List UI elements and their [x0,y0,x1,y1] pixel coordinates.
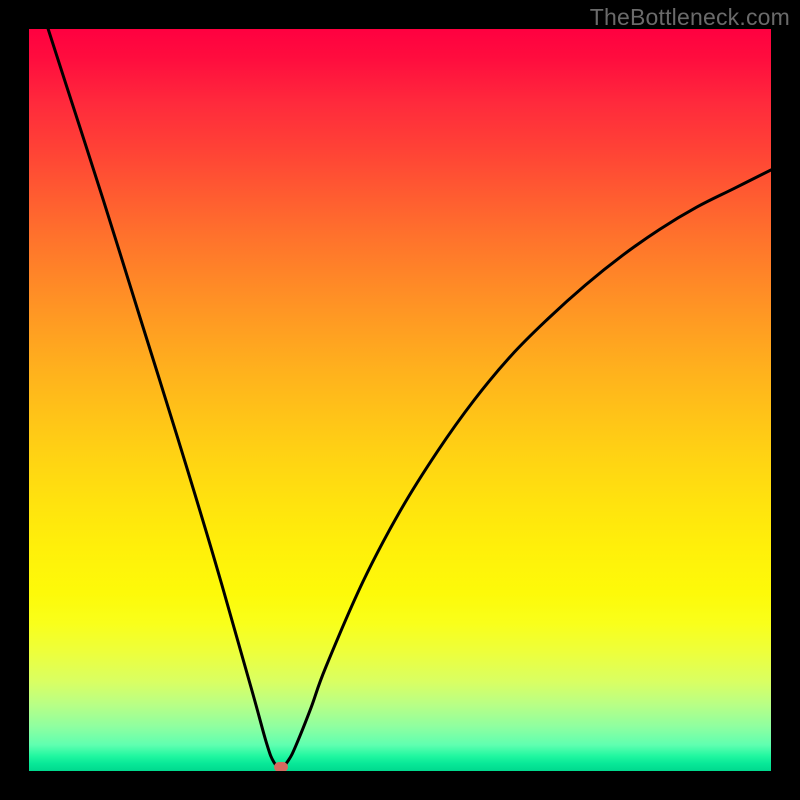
plot-area [29,29,771,771]
bottleneck-curve [29,29,771,767]
chart-stage: TheBottleneck.com [0,0,800,800]
watermark-label: TheBottleneck.com [590,4,790,31]
optimum-marker [274,762,288,771]
curve-layer [29,29,771,771]
